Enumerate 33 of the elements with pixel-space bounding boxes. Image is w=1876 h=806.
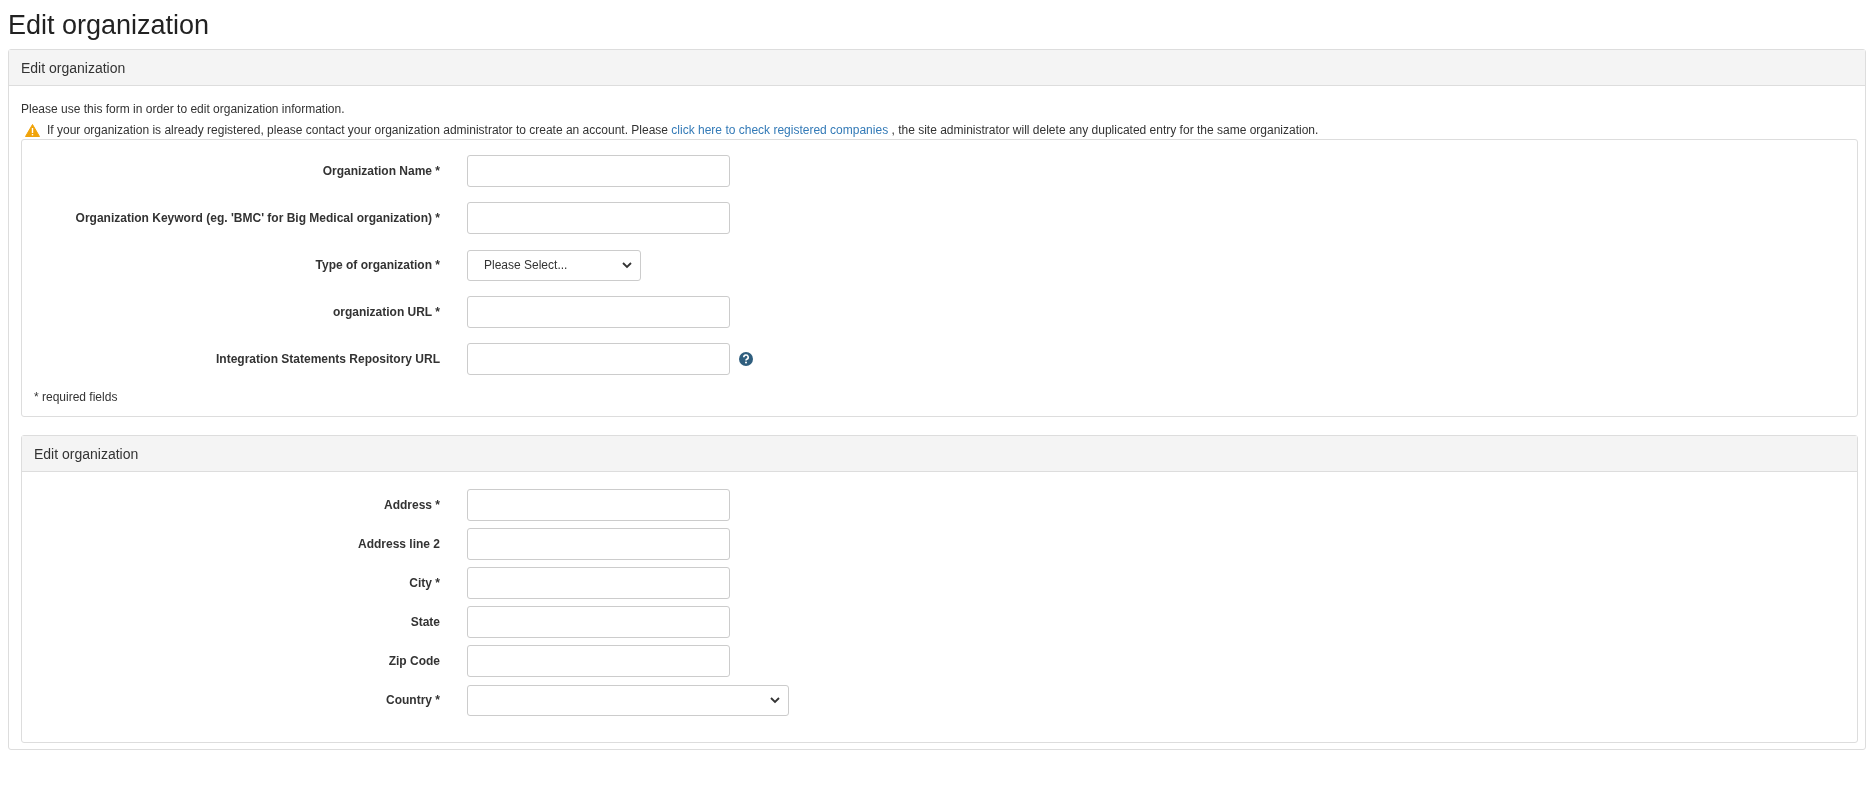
text-field[interactable] [467,645,730,677]
field-label: State [409,615,441,629]
intro-text: Please use this form in order to edit organization information. [21,102,346,116]
text-field[interactable] [467,567,730,599]
text-field[interactable] [467,202,730,234]
field-label: Country * [385,693,441,707]
required-note: * required fields [33,390,119,404]
field-label: Organization Keyword (eg. 'BMC' for Big Medical organization) * [74,211,441,225]
field-label: City * [408,576,441,590]
text-field[interactable] [467,296,730,328]
field-label: Address * [382,498,441,512]
field-label: Organization Name * [321,164,441,178]
field-label: Zip Code [387,654,441,668]
panel-title: Edit organization [21,59,126,76]
chevron-down-icon [622,261,632,269]
warning-icon [25,123,40,137]
text-field[interactable] [467,155,730,187]
panel-title: Edit organization [34,445,139,462]
field-label: Address line 2 [356,537,441,551]
page-title: Edit organization [8,9,211,42]
field-label: Type of organization * [314,258,441,272]
help-icon[interactable] [739,352,753,366]
warning-text: If your organization is already registered, please contact your organization administrator to create an account. Please click here to check registered companies , the site administrator will delete any duplicated entry for the same organization. [47,123,1319,137]
text-field[interactable] [467,343,730,375]
field-label: organization URL * [331,305,441,319]
dropdown[interactable]: Please Select... [467,249,641,281]
field-label: Integration Statements Repository URL [214,352,441,366]
text-field[interactable] [467,489,730,521]
dropdown[interactable] [467,684,789,716]
text-field[interactable] [467,528,730,560]
chevron-down-icon [770,696,780,704]
registered-companies-link[interactable]: click here to check registered companies [671,123,889,137]
text-field[interactable] [467,606,730,638]
